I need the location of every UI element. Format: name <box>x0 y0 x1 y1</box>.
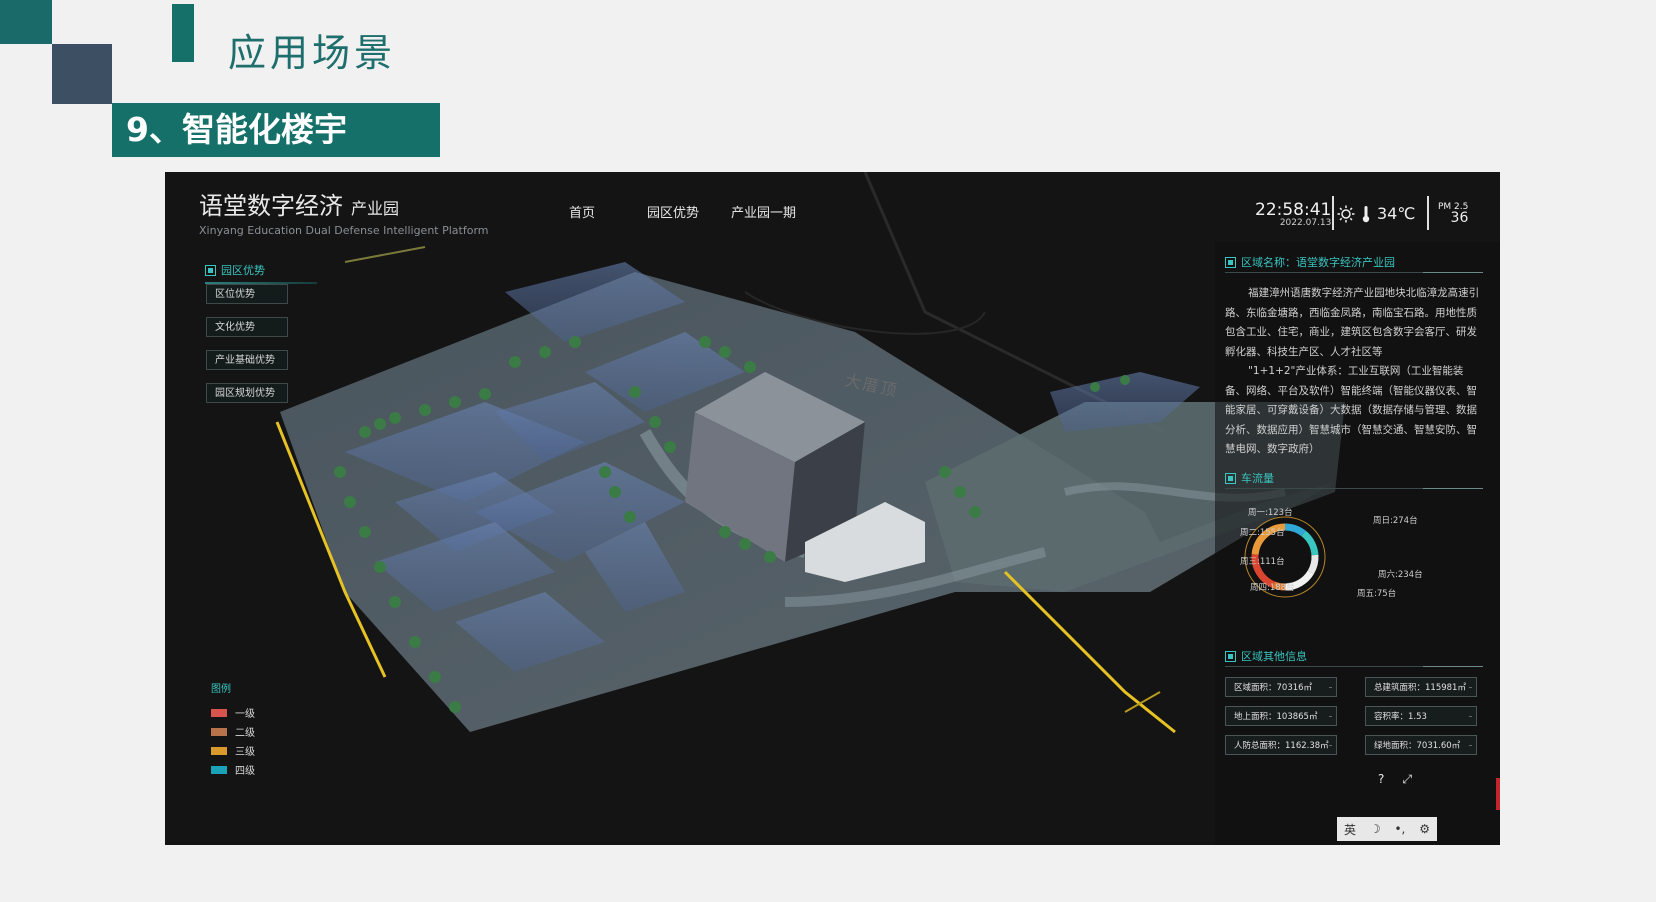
stat-civil-defense-area: 人防总面积：1162.38㎡ <box>1225 735 1337 755</box>
donut-slice-周二 <box>1301 530 1319 556</box>
corner-decoration <box>0 0 52 44</box>
air-quality: PM 2.5 36 <box>1438 202 1468 226</box>
legend-item: 二级 <box>211 722 255 741</box>
brand: 语堂数字经济 产业园 Xinyang Education Dual Defense… <box>199 186 489 237</box>
traffic-title: 车流量 <box>1225 470 1274 486</box>
clock: 22:58:41 2022.07.13 <box>1255 200 1331 228</box>
legend-swatch <box>211 708 227 717</box>
legend-item: 一级 <box>211 703 255 722</box>
brand-english: Xinyang Education Dual Defense Intellige… <box>199 224 489 237</box>
nav-home[interactable]: 首页 <box>569 202 595 221</box>
expand-icon[interactable]: ⤢ <box>1402 772 1412 787</box>
donut-slice-周三 <box>1307 554 1319 575</box>
title-underline <box>1225 488 1483 489</box>
punctuation-icon[interactable]: •, <box>1394 822 1405 836</box>
traffic-label-fri: 周五:75台 <box>1357 589 1397 599</box>
divider <box>1332 196 1334 230</box>
legend-swatch <box>211 727 227 736</box>
region-paragraph: "1+1+2"产业体系：工业互联网（工业智能装备、网络、平台及软件）智能终端（智… <box>1225 365 1477 455</box>
legend-swatch <box>211 746 227 755</box>
panel-icon <box>205 264 216 276</box>
nav-phase-one[interactable]: 产业园一期 <box>731 202 796 221</box>
corner-decoration-2 <box>52 44 112 104</box>
divider <box>1427 196 1429 230</box>
donut-slice-周一 <box>1284 523 1306 537</box>
region-description: 福建漳州语唐数字经济产业园地块北临漳龙高速引路、东临金塘路，西临金凤路，南临宝石… <box>1225 284 1481 460</box>
stat-plot-ratio: 容积率：1.53 <box>1365 706 1477 726</box>
location-advantage-button[interactable]: 区位优势 <box>206 284 288 304</box>
planning-advantage-button[interactable]: 园区规划优势 <box>206 383 288 403</box>
legend-item: 三级 <box>211 741 255 760</box>
slide-title: 应用场景 <box>228 31 397 75</box>
legend-item: 四级 <box>211 760 255 779</box>
panel-icon <box>1225 650 1236 662</box>
view-tools: ? ⤢ <box>1378 772 1412 787</box>
traffic-label-mon: 周一:123台 <box>1248 508 1293 518</box>
title-accent-bar <box>172 4 194 62</box>
panel-icon <box>1225 256 1236 268</box>
region-paragraph: 福建漳州语唐数字经济产业园地块北临漳龙高速引路、东临金塘路，西临金凤路，南临宝石… <box>1225 287 1480 358</box>
stat-green-area: 绿地面积：7031.60㎡ <box>1365 735 1477 755</box>
sun-icon <box>1337 205 1355 222</box>
map-legend: 图例 一级 二级 三级 四级 <box>211 680 255 779</box>
traffic-label-wed: 周三:111台 <box>1240 557 1285 567</box>
title-underline <box>1225 272 1483 273</box>
pm-value: 36 <box>1450 210 1469 226</box>
temperature: 34℃ <box>1377 204 1416 223</box>
clock-time: 22:58:41 <box>1255 200 1332 220</box>
brand-title: 语堂数字经济 <box>199 192 343 220</box>
scroll-indicator <box>1496 778 1500 810</box>
help-icon[interactable]: ? <box>1378 772 1384 787</box>
title-underline <box>1225 666 1483 667</box>
dashboard-screenshot: 大厝顶 语堂数字经济 产业园 Xinyang Education Dual Def… <box>165 172 1500 845</box>
section-banner: 9、智能化楼宇 <box>112 103 440 157</box>
nav-park-advantages[interactable]: 园区优势 <box>647 202 699 221</box>
legend-swatch <box>211 765 227 774</box>
industry-advantage-button[interactable]: 产业基础优势 <box>206 350 288 370</box>
brand-subtitle: 产业园 <box>351 199 400 218</box>
stat-building-area: 总建筑面积：115981㎡ <box>1365 677 1477 697</box>
traffic-label-sun: 周日:274台 <box>1373 516 1418 526</box>
traffic-label-sat: 周六:234台 <box>1378 570 1423 580</box>
culture-advantage-button[interactable]: 文化优势 <box>206 317 288 337</box>
stat-ground-area: 地上面积：103865㎡ <box>1225 706 1337 726</box>
stat-region-area: 区域面积：70316㎡ <box>1225 677 1337 697</box>
thermometer-icon <box>1362 205 1370 222</box>
gear-icon[interactable]: ⚙ <box>1419 822 1430 836</box>
other-info-title: 区域其他信息 <box>1225 648 1307 664</box>
legend-title: 图例 <box>211 684 231 695</box>
moon-icon[interactable]: ☽ <box>1370 822 1381 836</box>
ime-toolbar: 英 ☽ •, ⚙ <box>1337 817 1437 841</box>
panel-icon <box>1225 472 1236 484</box>
ime-language-toggle[interactable]: 英 <box>1344 821 1356 838</box>
traffic-label-thu: 周四:188台 <box>1250 583 1295 593</box>
traffic-label-tue: 周二:155台 <box>1240 528 1285 538</box>
left-panel-title: 园区优势 <box>205 262 265 278</box>
weather: 34℃ <box>1337 204 1415 223</box>
region-title: 区域名称：语堂数字经济产业园 <box>1225 254 1395 270</box>
